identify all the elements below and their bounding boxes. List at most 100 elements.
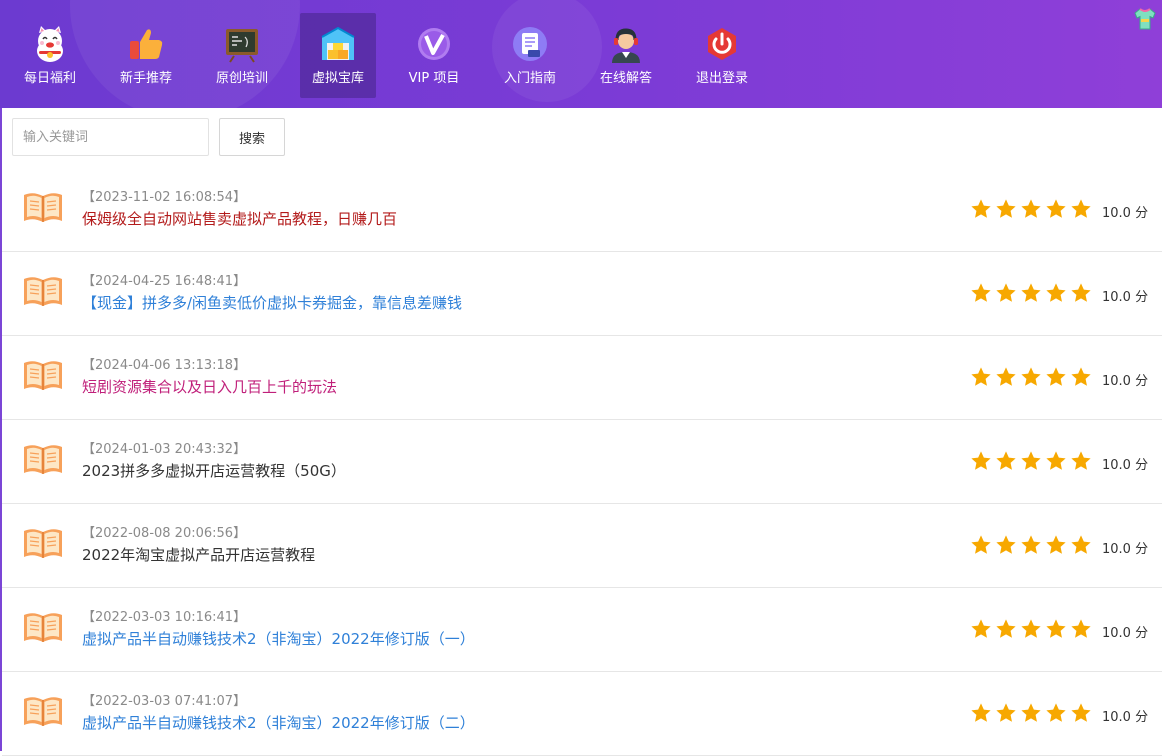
star-icon <box>995 702 1017 724</box>
item-title-link[interactable]: 2022年淘宝虚拟产品开店运营教程 <box>82 545 315 565</box>
vip-icon <box>415 25 453 63</box>
item-score: 10.0 分 <box>1102 542 1149 557</box>
list-item[interactable]: 【2024-01-03 20:43:32】 2023拼多多虚拟开店运营教程（50G… <box>2 420 1162 504</box>
list-item[interactable]: 【2024-04-25 16:48:41】【现金】拼多多/闲鱼卖低价虚拟卡券掘金… <box>2 252 1162 336</box>
nav-item-warehouse[interactable]: 虚拟宝库 <box>300 13 376 98</box>
list-item[interactable]: 【2024-04-06 13:13:18】短剧资源集合以及日入几百上千的玩法 10… <box>2 336 1162 420</box>
item-date: 【2022-08-08 20:06:56】 <box>82 526 247 541</box>
star-icon <box>995 534 1017 556</box>
search-button[interactable]: 搜索 <box>219 118 285 156</box>
blackboard-icon <box>223 25 261 63</box>
item-date: 【2022-03-03 10:16:41】 <box>82 610 247 625</box>
book-icon <box>22 694 64 728</box>
star-icon <box>1070 198 1092 220</box>
item-score: 10.0 分 <box>1102 290 1149 305</box>
item-date: 【2023-11-02 16:08:54】 <box>82 190 247 205</box>
star-icon <box>995 450 1017 472</box>
list-item[interactable]: 【2022-03-03 07:41:07】虚拟产品半自动赚钱技术2（非淘宝）20… <box>2 672 1162 756</box>
star-icon <box>1070 702 1092 724</box>
search-input[interactable] <box>12 118 209 156</box>
book-icon <box>22 358 64 392</box>
warehouse-icon <box>319 25 357 63</box>
star-icon <box>1020 450 1042 472</box>
star-icon <box>1045 198 1067 220</box>
item-title-link[interactable]: 短剧资源集合以及日入几百上千的玩法 <box>82 377 337 397</box>
star-icon <box>1045 282 1067 304</box>
support-agent-icon <box>607 25 645 63</box>
book-icon <box>22 274 64 308</box>
star-icon <box>1045 618 1067 640</box>
star-icon <box>995 282 1017 304</box>
nav-item-blackboard[interactable]: 原创培训 <box>204 13 280 98</box>
star-icon <box>970 534 992 556</box>
book-icon <box>22 190 64 224</box>
star-icon <box>995 618 1017 640</box>
nav-item-guide-doc[interactable]: 入门指南 <box>492 13 568 98</box>
item-date: 【2022-03-03 07:41:07】 <box>82 694 247 709</box>
star-icon <box>1070 366 1092 388</box>
star-icon <box>970 450 992 472</box>
item-title-link[interactable]: 虚拟产品半自动赚钱技术2（非淘宝）2022年修订版（二） <box>82 713 475 733</box>
item-title-link[interactable]: 2023拼多多虚拟开店运营教程（50G） <box>82 461 346 481</box>
nav-label: 原创培训 <box>215 71 268 86</box>
star-rating <box>970 618 1095 640</box>
nav-label: VIP 项目 <box>408 71 460 86</box>
nav-item-thumbs-up[interactable]: 新手推荐 <box>108 13 184 98</box>
item-date: 【2024-04-06 13:13:18】 <box>82 358 247 373</box>
star-icon <box>970 282 992 304</box>
item-score: 10.0 分 <box>1102 206 1149 221</box>
item-score: 10.0 分 <box>1102 374 1149 389</box>
book-icon <box>22 442 64 476</box>
star-icon <box>1020 282 1042 304</box>
item-date: 【2024-01-03 20:43:32】 <box>82 442 247 457</box>
star-icon <box>1020 618 1042 640</box>
nav-label: 每日福利 <box>23 71 76 86</box>
star-icon <box>1070 534 1092 556</box>
star-icon <box>1045 450 1067 472</box>
star-rating <box>970 198 1095 220</box>
nav-label: 虚拟宝库 <box>311 71 364 86</box>
star-icon <box>970 618 992 640</box>
star-icon <box>1045 702 1067 724</box>
star-icon <box>1020 702 1042 724</box>
nav-label: 退出登录 <box>695 71 748 86</box>
item-score: 10.0 分 <box>1102 458 1149 473</box>
star-icon <box>1070 450 1092 472</box>
star-icon <box>1070 618 1092 640</box>
book-icon <box>22 526 64 560</box>
list-item[interactable]: 【2022-08-08 20:06:56】 2022年淘宝虚拟产品开店运营教程 10… <box>2 504 1162 588</box>
star-icon <box>970 198 992 220</box>
nav-item-power[interactable]: 退出登录 <box>684 13 760 98</box>
star-icon <box>995 366 1017 388</box>
book-icon <box>22 610 64 644</box>
lucky-cat-icon <box>31 25 69 63</box>
nav-item-lucky-cat[interactable]: 每日福利 <box>12 13 88 98</box>
star-icon <box>1020 534 1042 556</box>
nav-item-vip[interactable]: VIP 项目 <box>396 13 472 98</box>
star-icon <box>1020 366 1042 388</box>
nav-label: 新手推荐 <box>119 71 172 86</box>
nav-label: 入门指南 <box>503 71 556 86</box>
star-rating <box>970 534 1095 556</box>
resource-list: 【2023-11-02 16:08:54】保姆级全自动网站售卖虚拟产品教程，日赚… <box>2 168 1162 756</box>
list-item[interactable]: 【2023-11-02 16:08:54】保姆级全自动网站售卖虚拟产品教程，日赚… <box>2 168 1162 252</box>
star-icon <box>1045 366 1067 388</box>
power-icon <box>703 25 741 63</box>
item-title-link[interactable]: 保姆级全自动网站售卖虚拟产品教程，日赚几百 <box>82 209 397 229</box>
star-icon <box>1070 282 1092 304</box>
star-rating <box>970 702 1095 724</box>
star-rating <box>970 282 1095 304</box>
item-title-link[interactable]: 虚拟产品半自动赚钱技术2（非淘宝）2022年修订版（一） <box>82 629 475 649</box>
list-item[interactable]: 【2022-03-03 10:16:41】虚拟产品半自动赚钱技术2（非淘宝）20… <box>2 588 1162 672</box>
item-title-link[interactable]: 【现金】拼多多/闲鱼卖低价虚拟卡券掘金，靠信息差赚钱 <box>82 293 462 313</box>
star-icon <box>995 198 1017 220</box>
top-nav-bar: 每日福利 新手推荐 原创培训 虚拟宝库 VIP 项目 入门指南 在线解答 退出登录 <box>0 0 1162 108</box>
tshirt-icon[interactable] <box>1132 6 1158 32</box>
item-score: 10.0 分 <box>1102 710 1149 725</box>
nav-menu: 每日福利 新手推荐 原创培训 虚拟宝库 VIP 项目 入门指南 在线解答 退出登录 <box>0 0 1162 108</box>
item-date: 【2024-04-25 16:48:41】 <box>82 274 247 289</box>
nav-label: 在线解答 <box>599 71 652 86</box>
nav-item-support-agent[interactable]: 在线解答 <box>588 13 664 98</box>
guide-doc-icon <box>511 25 549 63</box>
star-rating <box>970 450 1095 472</box>
